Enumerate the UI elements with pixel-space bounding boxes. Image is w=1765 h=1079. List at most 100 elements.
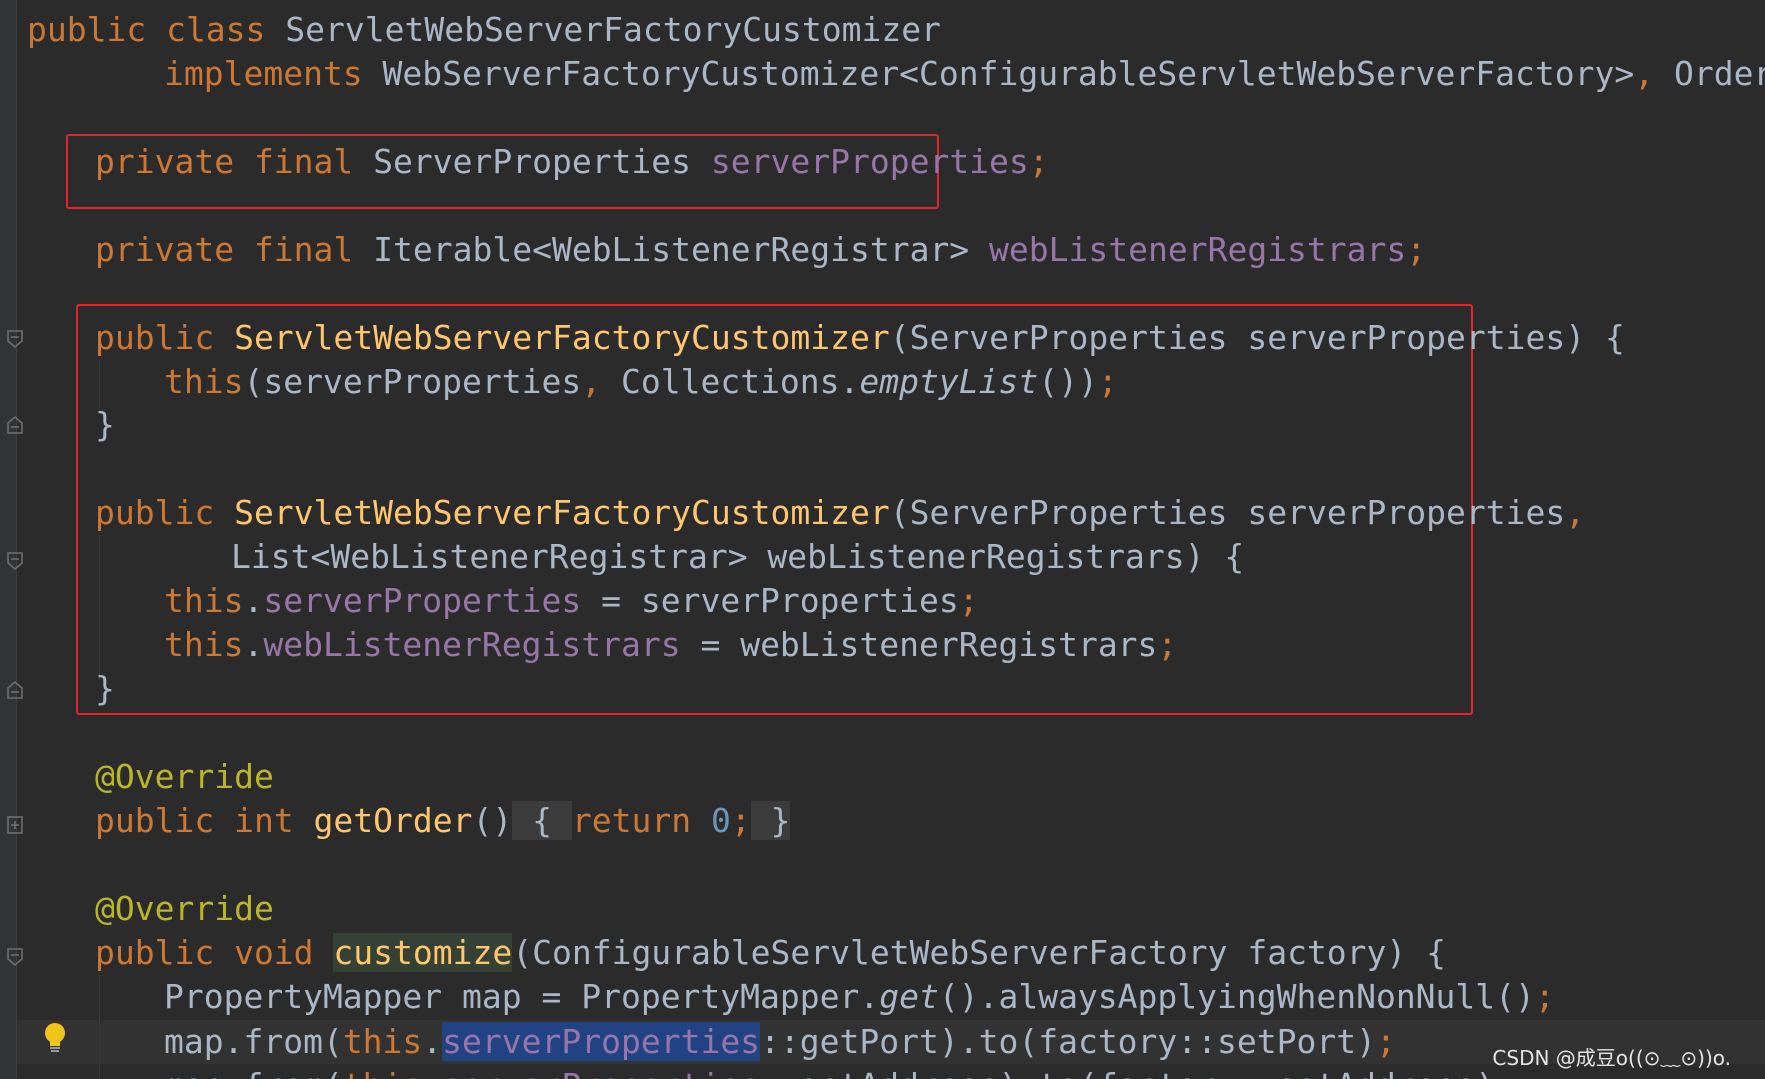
parameters: (ConfigurableServletWebServerFactory fac…	[512, 933, 1447, 972]
type-name: WebServerFactoryCustomizer<ConfigurableS…	[362, 54, 1635, 93]
assignment: = webListenerRegistrars	[680, 625, 1158, 664]
punctuation: ;	[1534, 977, 1555, 1016]
punctuation: ;	[1406, 230, 1427, 269]
punctuation: ;	[730, 801, 751, 840]
indent-guide	[99, 535, 100, 680]
parameters: List<WebListenerRegistrar> webListenerRe…	[231, 537, 1245, 576]
fold-marker-icon[interactable]	[6, 680, 24, 700]
keyword: private final	[95, 142, 354, 181]
selected-field-name[interactable]: serverProperties	[442, 1022, 761, 1061]
code-line-18[interactable]: map.from(this.serverProperties::getPort)…	[164, 1020, 1396, 1064]
code-line-9[interactable]: List<WebListenerRegistrar> webListenerRe…	[231, 535, 1244, 579]
indent-guide	[99, 975, 100, 1079]
assignment: = serverProperties	[581, 581, 959, 620]
type-name: Ordered {	[1673, 54, 1765, 93]
code-line-10[interactable]: this.serverProperties = serverProperties…	[164, 579, 979, 623]
keyword: public void	[95, 933, 314, 972]
punctuation: ;	[1097, 362, 1118, 401]
method-chain: ::getAddress).to(factory::setAddress)	[760, 1066, 1495, 1079]
code-line-17[interactable]: PropertyMapper map = PropertyMapper.get(…	[164, 975, 1555, 1019]
method-chain: ::getPort).to(factory::setPort)	[760, 1022, 1376, 1061]
keyword: private final	[95, 230, 354, 269]
class-ref: Collections.	[601, 362, 860, 401]
field-name: serverProperties	[442, 1066, 760, 1079]
punctuation: ,	[581, 362, 602, 401]
code-line-2[interactable]: implements WebServerFactoryCustomizer<Co…	[164, 52, 1765, 96]
punctuation: .	[243, 625, 264, 664]
type-name: ServerProperties	[353, 142, 711, 181]
fold-marker-icon[interactable]	[6, 947, 24, 967]
code-line-19[interactable]: map.from(this.serverProperties::getAddre…	[164, 1064, 1515, 1079]
method-name: ServletWebServerFactoryCustomizer	[214, 318, 890, 357]
punctuation: ;	[1375, 1022, 1396, 1061]
code-line-11[interactable]: this.webListenerRegistrars = webListener…	[164, 623, 1177, 667]
field-name: webListenerRegistrars	[989, 230, 1407, 269]
folded-brace[interactable]: {	[512, 801, 572, 840]
parens: ()	[472, 801, 513, 840]
keyword: public class	[27, 10, 266, 49]
keyword: this	[164, 625, 244, 664]
keyword: public	[95, 493, 215, 532]
parens: ())	[1038, 362, 1098, 401]
closing-brace: }	[95, 669, 115, 708]
code-line-8[interactable]: public ServletWebServerFactoryCustomizer…	[95, 491, 1585, 535]
method-name: customize	[333, 933, 513, 972]
method-chain: ().alwaysApplyingWhenNonNull()	[938, 977, 1535, 1016]
keyword: implements	[164, 54, 363, 93]
fold-marker-icon[interactable]	[6, 551, 24, 571]
fold-marker-icon[interactable]	[6, 329, 24, 349]
folded-brace[interactable]: }	[750, 801, 791, 840]
statement: map.from(	[164, 1066, 343, 1079]
punctuation: ;	[1028, 142, 1049, 181]
code-line-13[interactable]: @Override	[95, 755, 274, 799]
code-line-16[interactable]: public void customize(ConfigurableServle…	[95, 931, 1446, 975]
code-line-3[interactable]: private final ServerProperties serverPro…	[95, 140, 1049, 184]
code-line-4[interactable]: private final Iterable<WebListenerRegist…	[95, 228, 1426, 272]
punctuation: .	[422, 1066, 442, 1079]
argument: (serverProperties	[243, 362, 582, 401]
code-editor[interactable]: public class ServletWebServerFactoryCust…	[0, 0, 1765, 1079]
punctuation: ,	[1634, 54, 1655, 93]
editor-gutter[interactable]	[0, 0, 17, 1079]
code-line-5[interactable]: public ServletWebServerFactoryCustomizer…	[95, 316, 1625, 360]
keyword: public	[95, 318, 215, 357]
field-name: serverProperties	[710, 142, 1029, 181]
code-line-7[interactable]: }	[95, 403, 115, 447]
method-name: getOrder	[293, 801, 473, 840]
keyword: this	[342, 1022, 423, 1061]
punctuation: ;	[958, 581, 979, 620]
keyword: this	[164, 362, 244, 401]
closing-brace: }	[95, 405, 115, 444]
keyword: this	[343, 1066, 422, 1079]
parameters: (ServerProperties serverProperties) {	[889, 318, 1625, 357]
punctuation: ,	[1565, 493, 1586, 532]
keyword: return	[571, 801, 692, 840]
static-method: emptyList	[859, 362, 1039, 401]
type-name: Iterable<WebListenerRegistrar>	[353, 230, 990, 269]
method-name: ServletWebServerFactoryCustomizer	[214, 493, 890, 532]
field-name: webListenerRegistrars	[263, 625, 681, 664]
code-line-1[interactable]: public class ServletWebServerFactoryCust…	[27, 8, 941, 52]
field-name: serverProperties	[263, 581, 582, 620]
code-line-15[interactable]: @Override	[95, 887, 274, 931]
fold-marker-icon[interactable]	[6, 415, 24, 435]
punctuation: ;	[1157, 625, 1178, 664]
keyword: this	[164, 581, 244, 620]
class-name: ServletWebServerFactoryCustomizer	[265, 10, 941, 49]
parameters: (ServerProperties serverProperties	[889, 493, 1566, 532]
punctuation: .	[243, 581, 264, 620]
statement: map.from(	[164, 1022, 343, 1061]
statement: PropertyMapper map = PropertyMapper.	[164, 977, 880, 1016]
annotation: @Override	[95, 757, 274, 796]
bulb-icon[interactable]	[42, 1022, 68, 1054]
static-method: get	[879, 977, 939, 1016]
number-literal: 0	[691, 801, 731, 840]
fold-marker-icon[interactable]	[6, 815, 24, 835]
annotation: @Override	[95, 889, 274, 928]
indent-guide	[99, 360, 100, 408]
code-line-14[interactable]: public int getOrder() { return 0; }	[95, 799, 791, 843]
keyword: public int	[95, 801, 294, 840]
code-line-6[interactable]: this(serverProperties, Collections.empty…	[164, 360, 1118, 404]
watermark: CSDN @成豆o((⊙﹏⊙))o.	[1492, 1046, 1731, 1070]
code-line-12[interactable]: }	[95, 667, 115, 711]
